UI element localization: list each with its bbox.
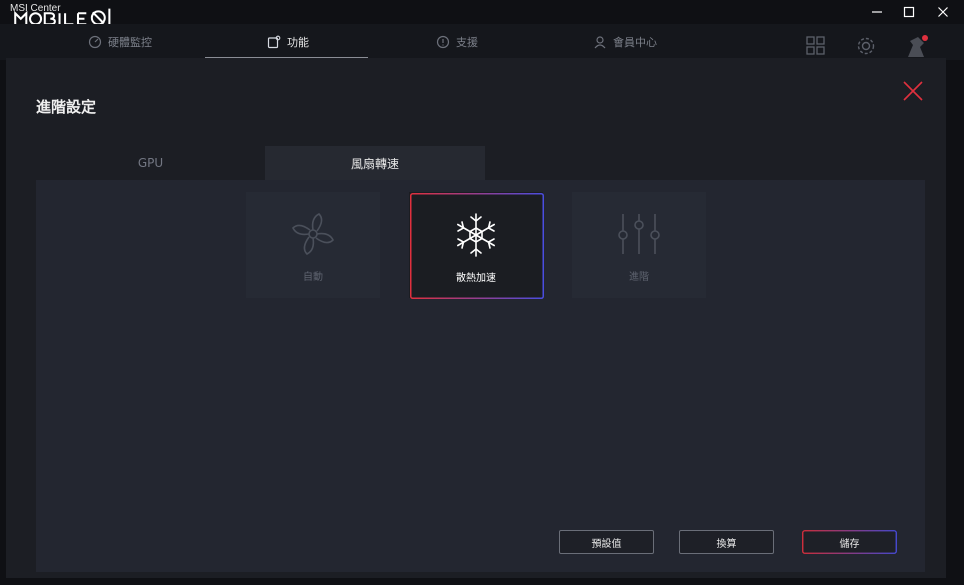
close-icon bbox=[938, 7, 948, 17]
nav-tab-label: 會員中心 bbox=[613, 36, 657, 49]
nav-tab-member-center[interactable]: 會員中心 bbox=[593, 24, 657, 60]
mode-label: 自動 bbox=[303, 272, 323, 283]
mode-card-auto[interactable]: 自動 bbox=[246, 192, 380, 298]
avatar[interactable] bbox=[904, 33, 930, 59]
fan-icon bbox=[292, 213, 334, 255]
switch-button[interactable]: 換算 bbox=[679, 530, 774, 554]
features-icon bbox=[267, 35, 281, 49]
mode-card-advanced[interactable]: 進階 bbox=[572, 192, 706, 298]
title-bar: MSI Center bbox=[0, 0, 964, 26]
save-button-label: 儲存 bbox=[839, 538, 860, 550]
maximize-button[interactable] bbox=[893, 0, 925, 24]
tab-fan-speed[interactable]: 風扇轉速 bbox=[265, 146, 485, 180]
close-modal-icon[interactable] bbox=[900, 78, 926, 104]
top-navigation: 硬體監控 功能 支援 會員中心 bbox=[0, 24, 964, 60]
support-icon bbox=[436, 35, 450, 49]
grid-apps-icon[interactable] bbox=[806, 36, 826, 56]
settings-tabs: GPU 風扇轉速 bbox=[36, 146, 486, 180]
save-button[interactable]: 儲存 bbox=[802, 530, 897, 554]
mode-label: 散熱加速 bbox=[456, 273, 496, 284]
snowflake-icon bbox=[457, 213, 495, 257]
gauge-icon bbox=[88, 35, 102, 49]
mode-label: 進階 bbox=[629, 272, 649, 283]
user-icon bbox=[594, 36, 606, 49]
close-window-button[interactable] bbox=[927, 0, 959, 24]
nav-tab-label: 功能 bbox=[287, 36, 309, 49]
minimize-icon bbox=[872, 11, 882, 13]
default-button[interactable]: 預設值 bbox=[559, 530, 654, 554]
tab-gpu[interactable]: GPU bbox=[36, 146, 265, 180]
nav-tab-hardware-monitor[interactable]: 硬體監控 bbox=[88, 24, 152, 60]
sliders-icon bbox=[618, 214, 660, 254]
maximize-icon bbox=[903, 6, 915, 18]
fan-speed-panel: 自動 散熱加速 進階 預設值 換算 儲存 bbox=[36, 180, 925, 572]
minimize-button[interactable] bbox=[861, 0, 893, 24]
advanced-settings-modal: 進階設定 GPU 風扇轉速 自動 散熱加速 進階 預設值 換算 儲存 bbox=[6, 58, 946, 578]
nav-tab-support[interactable]: 支援 bbox=[436, 24, 478, 60]
mode-card-cooler-boost[interactable]: 散熱加速 bbox=[409, 192, 544, 299]
nav-tab-label: 支援 bbox=[456, 36, 478, 49]
gear-icon[interactable] bbox=[855, 35, 877, 57]
modal-title: 進階設定 bbox=[36, 98, 97, 116]
nav-tab-label: 硬體監控 bbox=[108, 36, 152, 49]
nav-tab-features[interactable]: 功能 bbox=[267, 24, 309, 60]
